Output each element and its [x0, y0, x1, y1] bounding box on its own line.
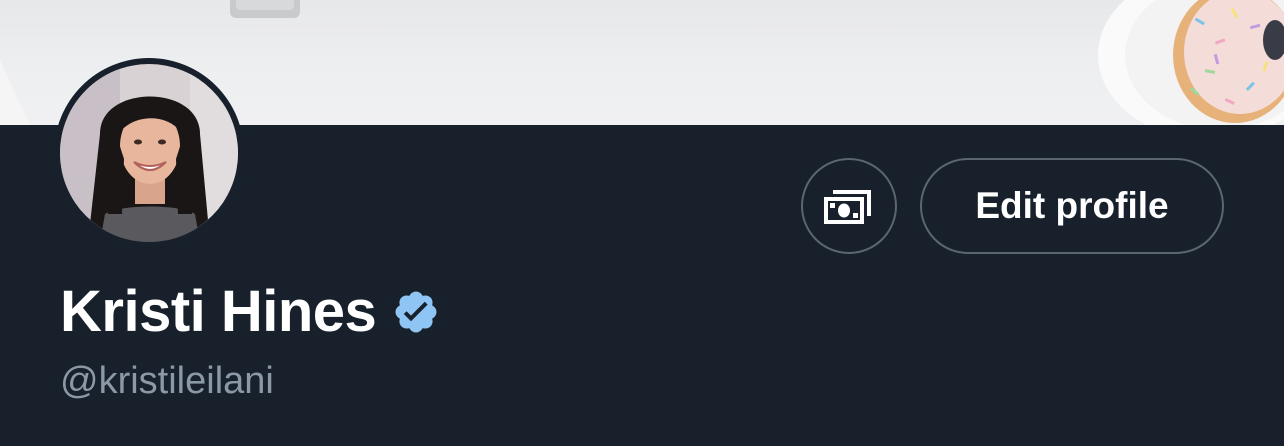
money-bill-icon [824, 190, 871, 224]
display-name: Kristi Hines [60, 279, 377, 344]
avatar-image [60, 64, 238, 242]
edit-profile-button[interactable]: Edit profile [920, 158, 1224, 254]
verified-badge-icon[interactable] [392, 288, 440, 336]
avatar[interactable] [54, 58, 244, 248]
tip-button[interactable] [801, 158, 897, 254]
name-row: Kristi Hines [60, 278, 440, 345]
profile-header: Edit profile Kristi Hines @kristileilani [0, 0, 1284, 446]
username-handle: @kristileilani [60, 360, 274, 402]
edit-profile-label: Edit profile [975, 185, 1169, 226]
